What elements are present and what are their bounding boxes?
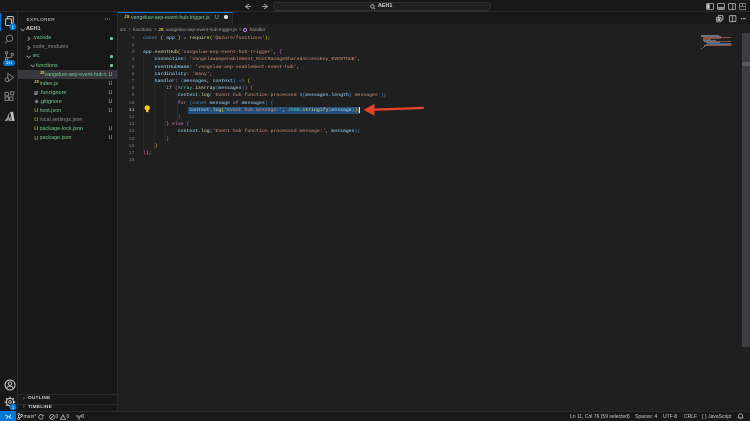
svg-text:1: 1 (11, 24, 14, 29)
svg-text:1: 1 (12, 405, 15, 410)
